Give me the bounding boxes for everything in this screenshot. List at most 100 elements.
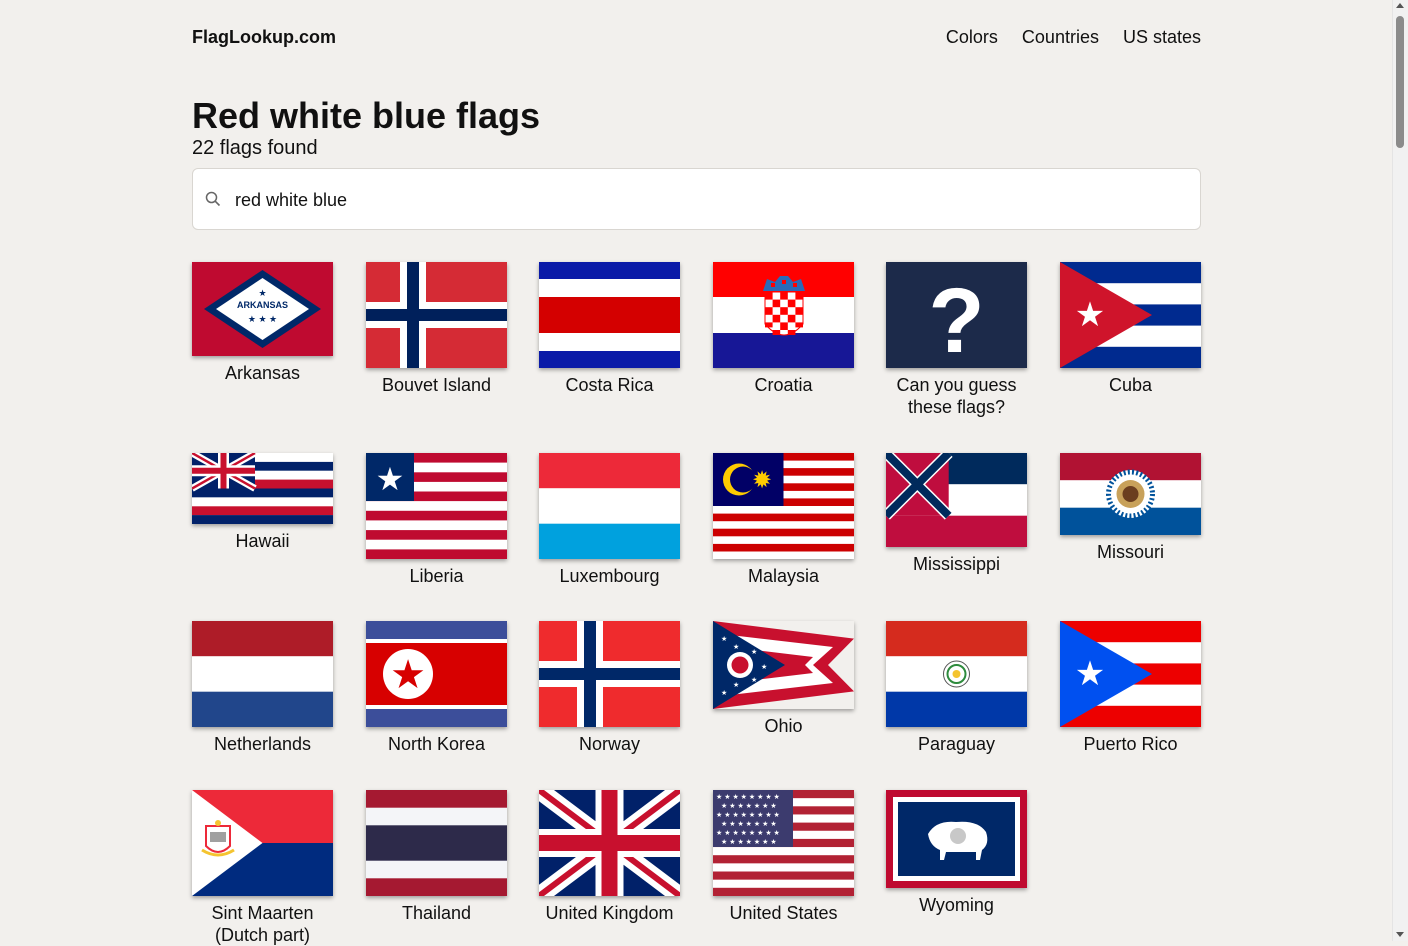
flag-label: United Kingdom	[545, 903, 674, 923]
svg-text:★: ★	[1075, 296, 1105, 334]
flag-card-sint-maarten[interactable]: Sint Maarten (Dutch part)	[192, 790, 333, 946]
flag-card-netherlands[interactable]: Netherlands	[192, 621, 333, 755]
flag-card-north-korea[interactable]: ★ North Korea	[366, 621, 507, 755]
puerto-rico-flag: ★	[1060, 621, 1201, 727]
flag-card-united-states[interactable]: ★ ★ ★ ★ ★ ★ ★ ★ ★ ★ ★ ★ ★ ★ ★ ★ ★ ★ ★ ★ …	[713, 790, 854, 924]
svg-text:★ ★ ★ ★ ★ ★ ★: ★ ★ ★ ★ ★ ★ ★	[721, 838, 777, 846]
flag-label: Cuba	[1108, 375, 1153, 395]
flag-label: Missouri	[1096, 542, 1164, 562]
scroll-up-arrow-icon[interactable]	[1396, 3, 1404, 8]
flag-label: Arkansas	[224, 363, 301, 383]
flag-label: Can you guess these flags?	[896, 375, 1017, 417]
result-count: 22 flags found	[192, 137, 318, 159]
liberia-flag: ★	[366, 453, 507, 559]
main-nav: Colors Countries US states	[946, 27, 1201, 48]
svg-text:★ ★ ★ ★ ★ ★ ★ ★: ★ ★ ★ ★ ★ ★ ★ ★	[716, 811, 780, 819]
svg-text:★: ★	[733, 643, 739, 651]
svg-text:★: ★	[761, 663, 767, 671]
svg-text:★: ★	[721, 635, 727, 643]
flag-label: Croatia	[754, 375, 813, 395]
svg-text:★: ★	[390, 653, 426, 697]
flag-card-luxembourg[interactable]: Luxembourg	[539, 453, 680, 587]
costa-rica-flag	[539, 262, 680, 368]
flag-label: Sint Maarten (Dutch part)	[211, 903, 314, 945]
luxembourg-flag	[539, 453, 680, 559]
top-bar: FlagLookup.com Colors Countries US state…	[192, 0, 1201, 76]
svg-text:★: ★	[258, 288, 266, 298]
wyoming-flag	[886, 790, 1027, 888]
scroll-down-arrow-icon[interactable]	[1396, 932, 1404, 937]
flag-card-puerto-rico[interactable]: ★ Puerto Rico	[1060, 621, 1201, 755]
netherlands-flag	[192, 621, 333, 727]
flag-label: United States	[729, 903, 838, 923]
ohio-flag: ★ ★ ★ ★ ★ ★ ★	[713, 621, 854, 709]
site-logo[interactable]: FlagLookup.com	[192, 27, 336, 48]
flag-card-bouvet-island[interactable]: Bouvet Island	[366, 262, 507, 396]
arkansas-banner-text: ARKANSAS	[237, 300, 288, 310]
hawaii-flag	[192, 453, 333, 524]
scrollbar-thumb[interactable]	[1396, 16, 1404, 148]
svg-text:★: ★	[733, 681, 739, 689]
flag-grid: ARKANSAS ★ ★ ★ ★ Arkansas Bouvet Island	[192, 262, 1201, 945]
search-icon	[205, 191, 221, 212]
sint-maarten-flag	[192, 790, 333, 896]
page: FlagLookup.com Colors Countries US state…	[192, 0, 1201, 945]
flag-label: Liberia	[409, 566, 464, 586]
flag-label: Costa Rica	[565, 375, 654, 395]
north-korea-flag: ★	[366, 621, 507, 727]
croatia-flag	[713, 262, 854, 368]
mississippi-flag	[886, 453, 1027, 547]
svg-text:★: ★	[376, 461, 405, 497]
thailand-flag	[366, 790, 507, 896]
svg-text:★: ★	[1075, 655, 1105, 693]
svg-text:★ ★ ★ ★ ★ ★ ★ ★: ★ ★ ★ ★ ★ ★ ★ ★	[716, 829, 780, 837]
flag-card-norway[interactable]: Norway	[539, 621, 680, 755]
flag-card-mississippi[interactable]: Mississippi	[886, 453, 1027, 575]
flag-card-croatia[interactable]: Croatia	[713, 262, 854, 396]
flag-card-liberia[interactable]: ★ Liberia	[366, 453, 507, 587]
vertical-scrollbar[interactable]	[1392, 0, 1408, 941]
search-input[interactable]	[233, 183, 1177, 217]
flag-label: Mississippi	[912, 554, 1000, 574]
flag-label: Norway	[578, 734, 640, 754]
search-box[interactable]	[192, 168, 1201, 230]
flag-card-thailand[interactable]: Thailand	[366, 790, 507, 924]
flag-card-costa-rica[interactable]: Costa Rica	[539, 262, 680, 396]
united-kingdom-flag	[539, 790, 680, 896]
flag-label: Bouvet Island	[381, 375, 492, 395]
svg-text:★ ★ ★: ★ ★ ★	[248, 314, 277, 324]
svg-text:✹: ✹	[752, 467, 772, 494]
nav-colors[interactable]: Colors	[946, 27, 998, 48]
flag-card-quiz[interactable]: ? Can you guess these flags?	[886, 262, 1027, 418]
svg-text:★ ★ ★ ★ ★ ★ ★: ★ ★ ★ ★ ★ ★ ★	[721, 820, 777, 828]
flag-label: Netherlands	[213, 734, 312, 754]
flag-label: Malaysia	[747, 566, 820, 586]
arkansas-flag: ARKANSAS ★ ★ ★ ★	[192, 262, 333, 356]
flag-label: Hawaii	[235, 531, 290, 551]
flag-card-united-kingdom[interactable]: United Kingdom	[539, 790, 680, 924]
flag-card-paraguay[interactable]: Paraguay	[886, 621, 1027, 755]
flag-card-wyoming[interactable]: Wyoming	[886, 790, 1027, 916]
flag-card-cuba[interactable]: ★ Cuba	[1060, 262, 1201, 396]
flag-card-ohio[interactable]: ★ ★ ★ ★ ★ ★ ★ Ohio	[713, 621, 854, 737]
flag-card-hawaii[interactable]: Hawaii	[192, 453, 333, 552]
cuba-flag: ★	[1060, 262, 1201, 368]
flag-card-missouri[interactable]: Missouri	[1060, 453, 1201, 563]
flag-label: Luxembourg	[559, 566, 660, 586]
norway-flag	[539, 621, 680, 727]
svg-text:★ ★ ★ ★ ★ ★ ★: ★ ★ ★ ★ ★ ★ ★	[721, 802, 777, 810]
page-title: Red white blue flags	[192, 95, 541, 136]
bouvet-island-flag	[366, 262, 507, 368]
flag-label: North Korea	[387, 734, 486, 754]
flag-label: Ohio	[764, 716, 803, 736]
nav-countries[interactable]: Countries	[1022, 27, 1099, 48]
flag-label: Puerto Rico	[1083, 734, 1178, 754]
flag-label: Paraguay	[917, 734, 996, 754]
svg-text:★ ★ ★ ★ ★ ★ ★ ★: ★ ★ ★ ★ ★ ★ ★ ★	[716, 793, 780, 801]
flag-card-malaysia[interactable]: ✹ Malaysia	[713, 453, 854, 587]
nav-us-states[interactable]: US states	[1123, 27, 1201, 48]
svg-text:★: ★	[751, 676, 757, 684]
flag-card-arkansas[interactable]: ARKANSAS ★ ★ ★ ★ Arkansas	[192, 262, 333, 384]
svg-text:★: ★	[721, 689, 727, 697]
malaysia-flag: ✹	[713, 453, 854, 559]
